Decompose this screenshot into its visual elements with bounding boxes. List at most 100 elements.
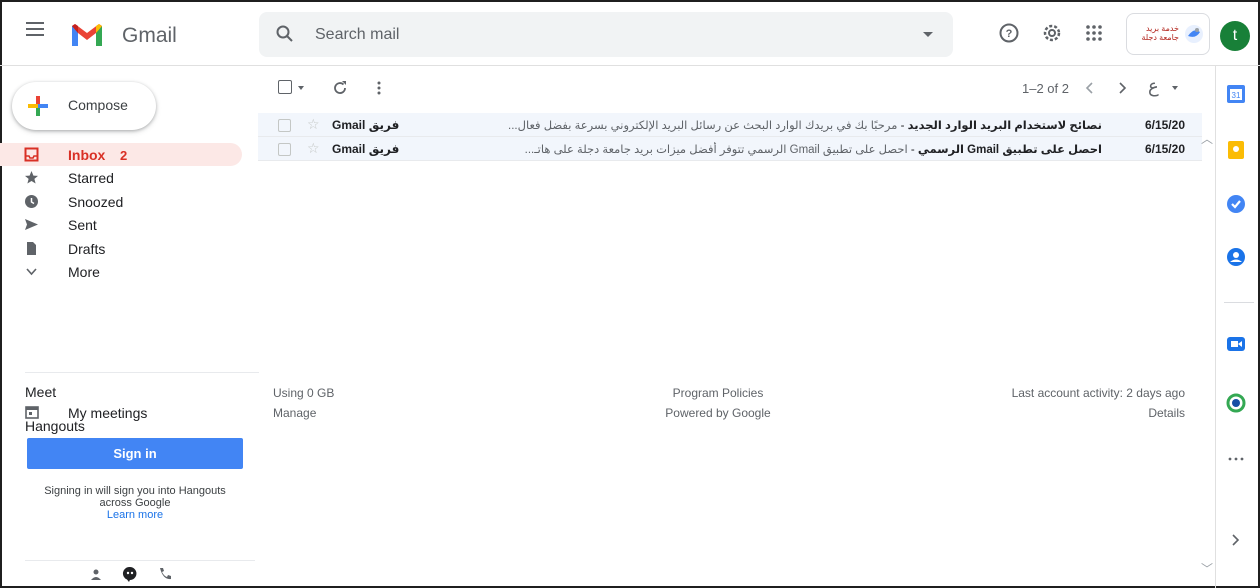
plus-icon <box>28 96 48 116</box>
email-checkbox[interactable] <box>278 119 291 132</box>
draft-icon <box>27 241 36 255</box>
sidebar-item-label: Drafts <box>68 240 106 257</box>
help-icon[interactable]: ? <box>998 22 1020 44</box>
phone-icon[interactable] <box>157 566 173 582</box>
svg-text:31: 31 <box>1232 91 1241 100</box>
more-addons-icon[interactable] <box>1226 449 1246 469</box>
send-icon <box>25 219 38 231</box>
sidebar-item-sent[interactable]: Sent <box>0 213 242 236</box>
org-logo-icon <box>1185 25 1203 43</box>
side-panel-divider <box>1224 302 1254 303</box>
sidebar-item-label: Inbox <box>68 147 106 163</box>
hangouts-bottom-divider <box>25 560 255 561</box>
settings-icon[interactable] <box>1041 22 1063 44</box>
email-snippet: احصل على تطبيق Gmail الرسمي تتوفر أفضل م… <box>524 144 908 156</box>
email-subject: نصائح لاستخدام البريد الوارد الجديد <box>907 120 1102 132</box>
addon-app-icon[interactable] <box>1226 393 1246 413</box>
unread-count-badge: 2 <box>120 148 128 163</box>
email-subject-line: نصائح لاستخدام البريد الوارد الجديد - مر… <box>508 120 1102 132</box>
email-row[interactable]: ☆ فريق Gmail نصائح لاستخدام البريد الوار… <box>258 113 1202 137</box>
sidebar-item-starred[interactable]: Starred <box>0 166 242 189</box>
top-bar: Gmail ? خدمة بريد جامعة دجلة t <box>0 0 1260 66</box>
tasks-app-icon[interactable] <box>1226 194 1246 214</box>
previous-page-icon[interactable] <box>1082 80 1098 96</box>
expand-panel-icon[interactable] <box>1226 530 1246 550</box>
hangouts-section-title: Hangouts <box>25 418 85 434</box>
next-page-icon[interactable] <box>1114 80 1130 96</box>
meet-section-title: Meet <box>25 384 57 400</box>
powered-by-google: Powered by Google <box>665 406 771 420</box>
org-name: خدمة بريد جامعة دجلة <box>1141 24 1179 42</box>
last-activity-text: Last account activity: 2 days ago <box>1011 386 1185 400</box>
pagination-text: 1–2 of 2 <box>1022 81 1069 96</box>
star-icon <box>25 171 38 184</box>
app-name: Gmail <box>122 24 177 47</box>
email-row[interactable]: ☆ فريق Gmail احصل على تطبيق Gmail الرسمي… <box>258 137 1202 161</box>
main-menu-icon[interactable] <box>26 22 44 36</box>
hangouts-chat-icon[interactable] <box>122 566 138 582</box>
inbox-icon <box>24 147 39 162</box>
input-tools-button[interactable]: ع <box>1148 76 1159 97</box>
mail-toolbar: 1–2 of 2 ع <box>258 66 1202 111</box>
program-policies-link[interactable]: Program Policies <box>638 383 798 403</box>
calendar-app-icon[interactable]: 31 <box>1226 84 1246 104</box>
chevron-down-icon <box>26 268 37 276</box>
refresh-icon[interactable] <box>332 80 348 96</box>
select-dropdown-icon[interactable] <box>298 86 304 90</box>
calendar-icon <box>25 406 39 419</box>
account-avatar[interactable]: t <box>1220 21 1250 51</box>
search-input[interactable] <box>315 12 875 57</box>
sidebar-item-drafts[interactable]: Drafts <box>0 237 242 260</box>
storage-usage: Using 0 GB <box>273 386 335 400</box>
gmail-logo[interactable] <box>70 22 104 48</box>
star-icon[interactable]: ☆ <box>307 140 320 157</box>
sidebar-item-inbox[interactable]: Inbox 2 <box>0 143 242 167</box>
sidebar-item-label: More <box>68 263 100 280</box>
side-panel: 31 <box>1215 66 1260 588</box>
learn-more-link[interactable]: Learn more <box>27 509 243 521</box>
organization-badge[interactable]: خدمة بريد جامعة دجلة <box>1126 13 1210 55</box>
email-sender: فريق Gmail <box>332 142 400 156</box>
details-link[interactable]: Details <box>1012 403 1185 423</box>
email-checkbox[interactable] <box>278 143 291 156</box>
clock-icon <box>25 194 38 208</box>
keep-app-icon[interactable] <box>1226 140 1246 160</box>
compose-button[interactable]: Compose <box>12 82 156 130</box>
compose-label: Compose <box>68 97 128 113</box>
select-all-checkbox[interactable] <box>278 80 292 94</box>
sidebar-nav: Inbox 2 Starred Snoozed Sent Drafts More <box>0 143 242 283</box>
account-activity: Last account activity: 2 days ago Detail… <box>1012 383 1185 423</box>
hangouts-note: Signing in will sign you into Hangouts a… <box>27 485 243 521</box>
input-tools-dropdown-icon[interactable] <box>1172 86 1178 90</box>
sidebar-item-label: Sent <box>68 217 97 234</box>
email-snippet: مرحبًا بك في بريدك الوارد البحث عن رسائل… <box>508 120 898 132</box>
email-date: 6/15/20 <box>1144 142 1185 156</box>
hangouts-note-text: Signing in will sign you into Hangouts a… <box>44 485 226 509</box>
email-list: ☆ فريق Gmail نصائح لاستخدام البريد الوار… <box>258 113 1202 161</box>
email-subject: احصل على تطبيق Gmail الرسمي <box>917 144 1102 156</box>
email-sender: فريق Gmail <box>332 118 400 132</box>
sidebar-item-snoozed[interactable]: Snoozed <box>0 190 242 213</box>
search-options-icon[interactable] <box>923 32 933 37</box>
contacts-app-icon[interactable] <box>1226 247 1246 267</box>
storage-info: Using 0 GB Manage <box>273 383 334 423</box>
meet-app-icon[interactable] <box>1226 334 1246 354</box>
scroll-up-icon[interactable]: ︿ <box>1201 130 1213 147</box>
sidebar-item-label: Snoozed <box>68 193 124 210</box>
search-icon[interactable] <box>275 24 295 44</box>
apps-grid-icon[interactable] <box>1083 22 1105 44</box>
more-options-icon[interactable] <box>371 80 387 96</box>
svg-text:?: ? <box>1006 28 1013 40</box>
star-icon[interactable]: ☆ <box>307 116 320 133</box>
hangouts-sign-in-button[interactable]: Sign in <box>27 438 243 469</box>
scroll-down-icon[interactable]: ﹀ <box>1201 560 1213 577</box>
sidebar-item-more[interactable]: More <box>0 260 242 283</box>
footer-links: Program Policies Powered by Google <box>638 383 798 423</box>
email-subject-line: احصل على تطبيق Gmail الرسمي - احصل على ت… <box>524 144 1102 156</box>
mail-footer: Using 0 GB Manage Program Policies Power… <box>258 383 1202 423</box>
sidebar-item-label: Starred <box>68 170 114 187</box>
manage-storage-link[interactable]: Manage <box>273 403 334 423</box>
sidebar-divider <box>25 372 259 373</box>
search-bar <box>259 12 953 57</box>
person-icon[interactable] <box>88 566 104 582</box>
